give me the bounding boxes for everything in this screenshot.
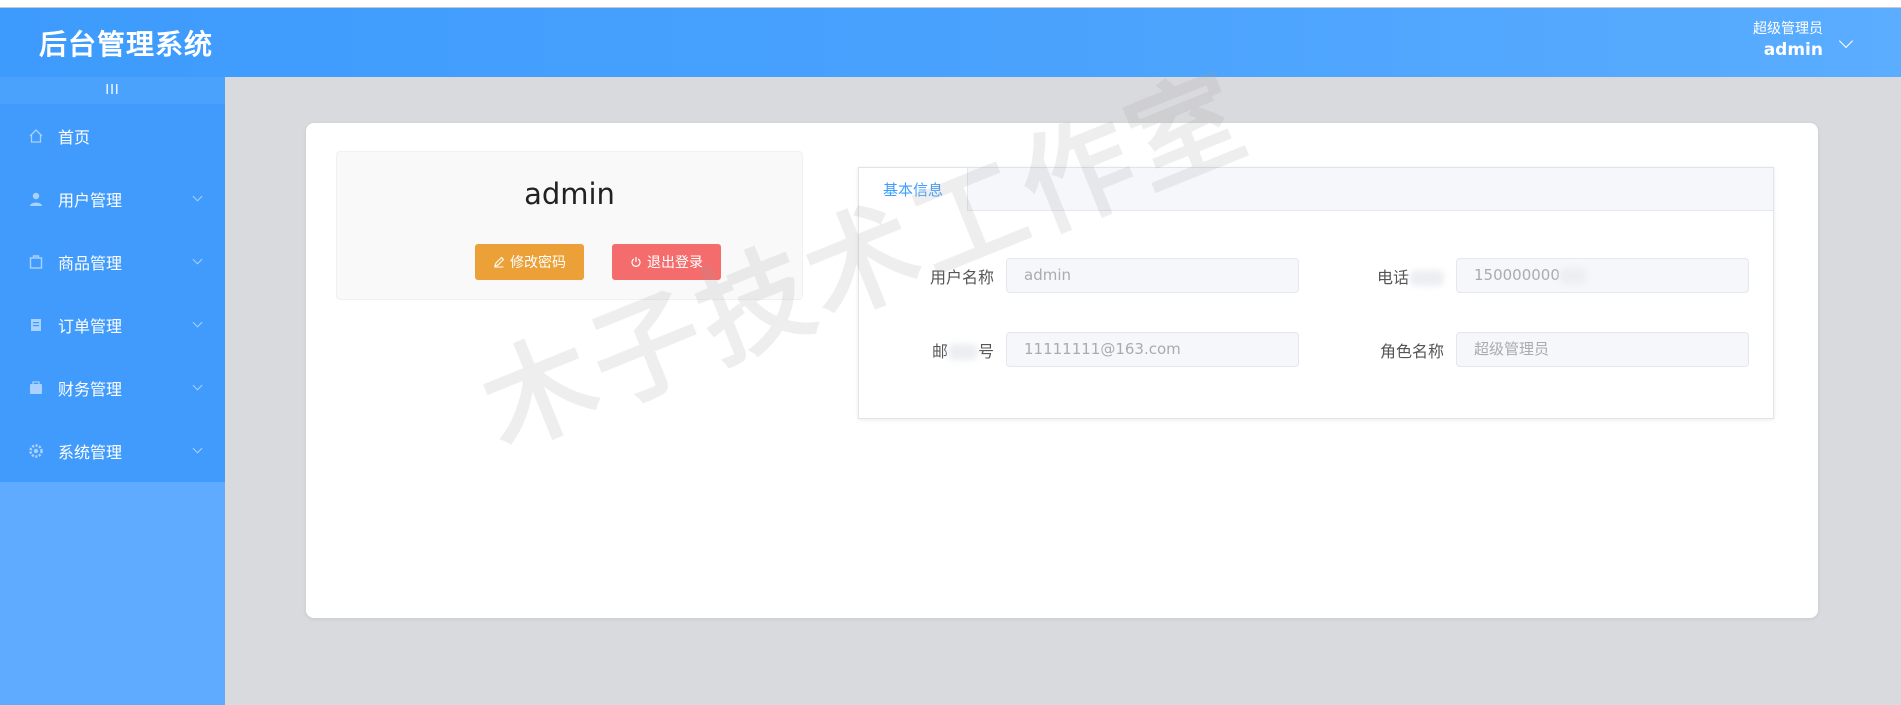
redacted-blur: [1410, 270, 1444, 286]
main-card: admin 修改密码 退出登录 基本信息 用户名称 admin 电话 15000…: [306, 123, 1818, 618]
sidebar-item-system[interactable]: 系统管理: [0, 419, 225, 482]
browser-top-border: [0, 0, 1901, 8]
username-input[interactable]: admin: [1006, 258, 1299, 293]
user-menu[interactable]: 超级管理员 admin: [1753, 20, 1823, 62]
profile-username: admin: [524, 177, 615, 211]
chevron-down-icon: [192, 443, 203, 454]
email-label: 邮号: [859, 338, 1006, 362]
username-field: 用户名称 admin: [859, 258, 1299, 293]
role-field: 角色名称 超级管理员: [1309, 332, 1749, 367]
username-label: 用户名称: [929, 267, 994, 287]
sidebar-item-home[interactable]: 首页: [0, 104, 225, 167]
chevron-down-icon: [192, 254, 203, 265]
chevron-down-icon: [192, 191, 203, 202]
logout-label: 退出登录: [647, 255, 703, 271]
power-icon: [631, 257, 641, 267]
sidebar-item-label: 订单管理: [58, 316, 123, 336]
product-icon: [29, 254, 43, 269]
change-password-button[interactable]: 修改密码: [475, 244, 584, 280]
order-icon: [31, 318, 41, 331]
header-username: admin: [1763, 40, 1823, 60]
logout-button[interactable]: 退出登录: [612, 244, 721, 280]
chevron-down-icon: [192, 380, 203, 391]
user-role: 超级管理员: [1753, 21, 1823, 37]
phone-value: 150000000: [1474, 266, 1560, 284]
settings-icon: [29, 443, 43, 458]
sidebar-collapse-toggle[interactable]: III: [0, 77, 225, 104]
user-icon: [30, 192, 42, 206]
phone-label-text: 电话: [1376, 267, 1409, 287]
sidebar-item-finance[interactable]: 财务管理: [0, 356, 225, 419]
phone-field: 电话 150000000: [1309, 258, 1749, 293]
sidebar-item-users[interactable]: 用户管理: [0, 167, 225, 230]
edit-icon: [494, 256, 505, 268]
top-header: 后台管理系统 超级管理员 admin: [0, 8, 1901, 77]
redacted-blur: [1559, 267, 1586, 284]
change-password-label: 修改密码: [510, 255, 566, 271]
tab-basic-info[interactable]: 基本信息: [859, 168, 968, 211]
sidebar-menu: 首页 用户管理 商品管理 订单管理 财务管理 系统管理: [0, 104, 225, 482]
phone-input[interactable]: 150000000: [1456, 258, 1749, 293]
chevron-down-icon: [192, 317, 203, 328]
sidebar-item-label: 商品管理: [58, 253, 123, 273]
email-label-end: 号: [977, 341, 994, 361]
phone-label: 电话: [1309, 264, 1456, 288]
email-input[interactable]: 11111111@163.com: [1006, 332, 1299, 367]
sidebar: III 首页 用户管理 商品管理 订单管理 财务管理 系统管理: [0, 77, 225, 705]
app-title: 后台管理系统: [39, 28, 214, 61]
email-label-start: 邮: [931, 341, 948, 361]
chevron-down-icon[interactable]: [1838, 33, 1854, 49]
sidebar-item-orders[interactable]: 订单管理: [0, 293, 225, 356]
sidebar-item-label: 用户管理: [58, 190, 123, 210]
profile-card: admin 修改密码 退出登录: [336, 151, 803, 300]
email-field: 邮号 11111111@163.com: [859, 332, 1299, 367]
role-input[interactable]: 超级管理员: [1456, 332, 1749, 367]
redacted-blur: [947, 344, 978, 360]
sidebar-item-label: 财务管理: [58, 379, 123, 399]
role-label: 角色名称: [1379, 341, 1444, 361]
sidebar-item-label: 系统管理: [58, 442, 123, 462]
finance-icon: [30, 380, 42, 394]
home-icon: [29, 128, 43, 143]
info-tabs: 基本信息 用户名称 admin 电话 150000000 邮号 11111111…: [858, 167, 1774, 419]
sidebar-item-label: 首页: [58, 127, 91, 147]
tab-bar: 基本信息: [859, 168, 1773, 211]
sidebar-item-products[interactable]: 商品管理: [0, 230, 225, 293]
